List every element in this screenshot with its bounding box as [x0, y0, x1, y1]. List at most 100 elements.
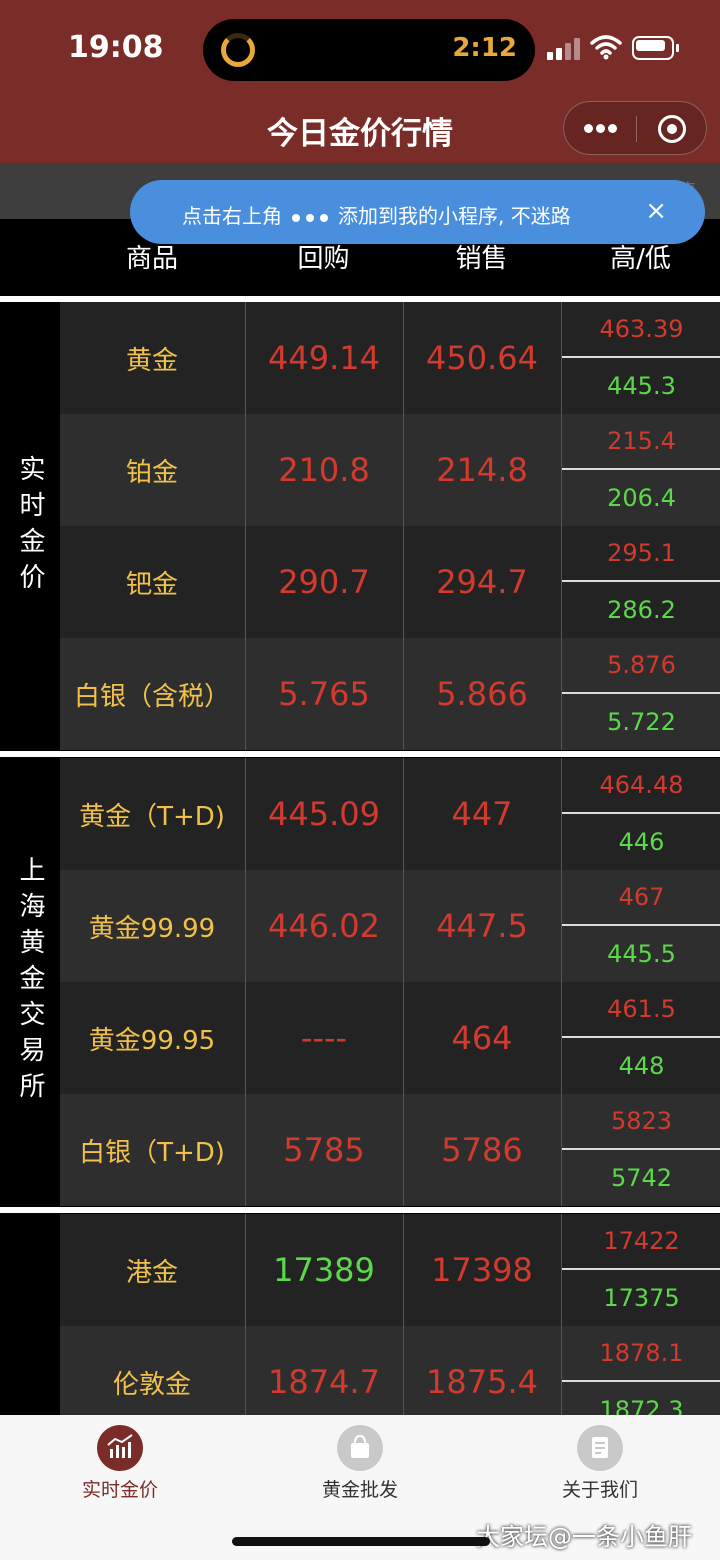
- high-price: 215.4: [562, 414, 720, 470]
- status-time: 19:08: [68, 30, 164, 65]
- high-price: 5823: [562, 1094, 720, 1150]
- low-price: 446: [618, 828, 665, 856]
- buy-price: 445.09: [245, 758, 402, 870]
- low-price: 286.2: [607, 596, 676, 624]
- toast-text: 点击右上角 添加到我的小程序, 不迷路: [182, 204, 571, 228]
- sell-price: 5786: [403, 1094, 560, 1206]
- buy-price: 290.7: [245, 526, 402, 638]
- low-price: 206.4: [607, 484, 676, 512]
- wifi-icon: [590, 35, 622, 60]
- product-name: 黄金99.95: [88, 1025, 216, 1056]
- sell-price: 17398: [403, 1214, 560, 1326]
- high-low-cell: 1878.1 1872.3: [561, 1326, 720, 1415]
- battery-icon: [632, 36, 680, 60]
- group-label-realtime: 实时金价: [0, 302, 60, 751]
- low-price: 5.722: [607, 708, 676, 736]
- bag-icon: [337, 1425, 383, 1471]
- high-price: 467: [562, 870, 720, 926]
- buy-price: 446.02: [245, 870, 402, 982]
- product-name: 黄金: [125, 345, 178, 376]
- table-row[interactable]: 伦敦金 1874.7 1875.4 1878.1 1872.3: [60, 1326, 720, 1415]
- product-name: 黄金（T+D): [79, 801, 225, 832]
- high-low-cell: 467 445.5: [561, 870, 720, 982]
- chart-icon: [97, 1425, 143, 1471]
- tab-label: 黄金批发: [321, 1479, 398, 1501]
- close-target-icon[interactable]: [658, 115, 686, 143]
- table-row[interactable]: 黄金99.95 ---- 464 461.5 448: [60, 982, 720, 1094]
- signal-icon: [547, 38, 583, 60]
- buy-price: 1874.7: [245, 1326, 402, 1415]
- home-indicator[interactable]: [232, 1537, 490, 1546]
- product-name: 白银（T+D): [79, 1137, 225, 1168]
- buy-price: 210.8: [245, 414, 402, 526]
- sell-price: 447.5: [403, 870, 560, 982]
- high-low-cell: 295.1 286.2: [561, 526, 720, 638]
- sell-price: 5.866: [403, 638, 560, 750]
- table-row[interactable]: 港金 17389 17398 17422 17375: [60, 1214, 720, 1326]
- product-name: 钯金: [125, 569, 178, 600]
- tab-realtime-price[interactable]: 实时金价: [0, 1415, 240, 1515]
- low-price: 5742: [610, 1164, 673, 1192]
- sell-price: 214.8: [403, 414, 560, 526]
- island-timer: 2:12: [452, 33, 517, 63]
- dynamic-island[interactable]: 2:12: [203, 19, 535, 81]
- column-header-high-low: 高/低: [610, 244, 671, 274]
- buy-price: 5.765: [245, 638, 402, 750]
- buy-price: ----: [245, 982, 402, 1094]
- tab-gold-wholesale[interactable]: 黄金批发: [240, 1415, 480, 1515]
- close-icon[interactable]: ×: [645, 197, 667, 225]
- product-name: 黄金99.99: [88, 913, 216, 944]
- high-low-cell: 464.48 446: [561, 758, 720, 870]
- divider: [0, 1207, 720, 1213]
- table-row[interactable]: 黄金99.99 446.02 447.5 467 445.5: [60, 870, 720, 982]
- group-label-shanghai-exchange: 上海黄金交易所: [0, 757, 60, 1207]
- high-price: 5.876: [562, 638, 720, 694]
- product-name: 铂金: [125, 457, 178, 488]
- table-row[interactable]: 黄金 449.14 450.64 463.39 445.3: [60, 302, 720, 414]
- product-name: 港金: [125, 1257, 178, 1288]
- buy-price: 449.14: [245, 302, 402, 414]
- low-price: 445.3: [607, 372, 676, 400]
- high-price: 295.1: [562, 526, 720, 582]
- sell-price: 294.7: [403, 526, 560, 638]
- high-low-cell: 5823 5742: [561, 1094, 720, 1206]
- capsule-divider: [636, 116, 637, 142]
- table-row[interactable]: 铂金 210.8 214.8 215.4 206.4: [60, 414, 720, 526]
- watermark: 大家坛@一条小鱼肝: [476, 1523, 692, 1551]
- table-row[interactable]: 白银（T+D) 5785 5786 5823 5742: [60, 1094, 720, 1206]
- buy-price: 17389: [245, 1214, 402, 1326]
- low-price: 445.5: [607, 940, 676, 968]
- low-price: 1872.3: [599, 1396, 684, 1415]
- column-header-product: 商品: [125, 244, 178, 274]
- sell-price: 1875.4: [403, 1326, 560, 1415]
- column-header-buy: 回购: [297, 244, 350, 274]
- divider: [0, 751, 720, 757]
- table-row[interactable]: 钯金 290.7 294.7 295.1 286.2: [60, 526, 720, 638]
- buy-price: 5785: [245, 1094, 402, 1206]
- nav-header: 19:08 2:12 今日金价行情: [0, 0, 720, 163]
- high-low-cell: 17422 17375: [561, 1214, 720, 1326]
- column-header-sell: 销售: [455, 244, 508, 274]
- product-name: 白银（含税）: [73, 681, 230, 712]
- tab-label: 关于我们: [561, 1479, 638, 1501]
- document-icon: [577, 1425, 623, 1471]
- table-row[interactable]: 黄金（T+D) 445.09 447 464.48 446: [60, 758, 720, 870]
- high-price: 1878.1: [562, 1326, 720, 1382]
- high-low-cell: 463.39 445.3: [561, 302, 720, 414]
- sell-price: 447: [403, 758, 560, 870]
- table-row[interactable]: 白银（含税） 5.765 5.866 5.876 5.722: [60, 638, 720, 750]
- high-low-cell: 5.876 5.722: [561, 638, 720, 750]
- product-name: 伦敦金: [112, 1369, 191, 1400]
- tab-about-us[interactable]: 关于我们: [480, 1415, 720, 1515]
- more-icon: [288, 213, 332, 223]
- tab-label: 实时金价: [81, 1479, 158, 1501]
- sell-price: 464: [403, 982, 560, 1094]
- high-price: 463.39: [562, 302, 720, 358]
- high-price: 461.5: [562, 982, 720, 1038]
- group-label-international: [0, 1213, 60, 1415]
- high-low-cell: 215.4 206.4: [561, 414, 720, 526]
- high-price: 464.48: [562, 758, 720, 814]
- more-icon[interactable]: [584, 124, 618, 134]
- low-price: 17375: [603, 1284, 680, 1312]
- add-miniprogram-toast[interactable]: 点击右上角 添加到我的小程序, 不迷路 ×: [130, 180, 705, 244]
